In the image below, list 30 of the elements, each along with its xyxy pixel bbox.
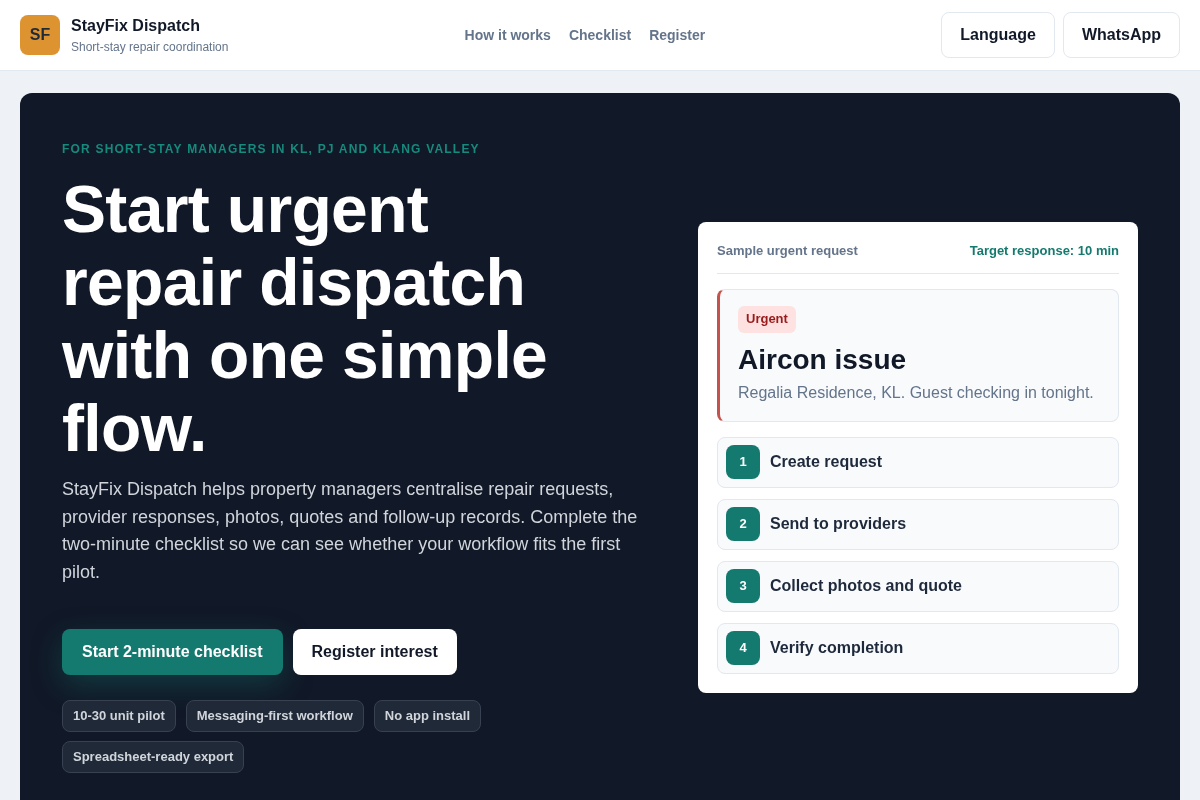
step-label: Create request bbox=[770, 452, 883, 472]
card-title: Sample urgent request bbox=[717, 241, 858, 260]
feature-tag: Messaging-first workflow bbox=[185, 700, 364, 732]
brand-name: StayFix Dispatch bbox=[71, 15, 201, 36]
start-checklist-button[interactable]: Start 2-minute checklist bbox=[62, 629, 283, 675]
nav-link[interactable]: Register bbox=[649, 24, 706, 46]
feature-tag: No app install bbox=[373, 700, 481, 732]
step-label: Verify completion bbox=[770, 638, 904, 658]
brand-tagline: Short-stay repair coordination bbox=[71, 38, 229, 55]
header-button[interactable]: Language bbox=[941, 12, 1055, 58]
feature-tag: Spreadsheet-ready export bbox=[62, 741, 245, 773]
hero-heading: Start urgent repair dispatch with one simple flow. bbox=[62, 173, 549, 465]
request-details: Regalia Residence, KL. Guest checking in tonight. bbox=[738, 382, 1095, 403]
header-button[interactable]: WhatsApp bbox=[1062, 12, 1180, 58]
step-number: 4 bbox=[726, 631, 760, 665]
request-title: Aircon issue bbox=[738, 342, 908, 377]
step-label: Collect photos and quote bbox=[770, 576, 962, 596]
logo-mark: SF bbox=[20, 15, 60, 55]
urgent-badge: Urgent bbox=[738, 305, 796, 333]
step-number: 1 bbox=[726, 445, 760, 479]
step-label: Send to providers bbox=[770, 514, 907, 534]
feature-tag: 10-30 unit pilot bbox=[62, 700, 176, 732]
eyebrow-text: FOR SHORT-STAY MANAGERS IN KL, PJ AND KLANG VALLEY bbox=[62, 141, 480, 157]
nav-link[interactable]: How it works bbox=[464, 24, 551, 46]
step-number: 3 bbox=[726, 569, 760, 603]
hero-description: StayFix Dispatch helps property managers centralise repair requests, provider responses, photos, quotes and follow-up records. Complete the two-minute checklist so we can see whether your workflow fits the first pilot. bbox=[62, 478, 639, 584]
register-interest-button[interactable]: Register interest bbox=[292, 629, 457, 675]
target-response: Target response: 10 min bbox=[969, 241, 1119, 260]
nav-link[interactable]: Checklist bbox=[568, 24, 632, 46]
step-number: 2 bbox=[726, 507, 760, 541]
